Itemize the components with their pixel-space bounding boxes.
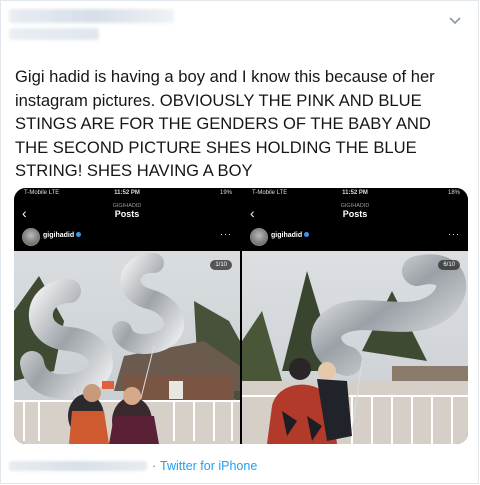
blurred-user-handle: [9, 28, 99, 40]
posts-title: Posts: [342, 209, 368, 219]
more-options-icon: ···: [448, 229, 460, 239]
avatar: [22, 228, 40, 246]
balloon-photo-illustration: [242, 251, 468, 444]
instagram-header: GIGIHADID Posts: [14, 202, 240, 224]
clock-label: 11:52 PM: [114, 190, 140, 196]
tweet-media[interactable]: T-Mobile LTE 11:52 PM 19% ‹ GIGIHADID Po…: [14, 188, 468, 444]
post-username: gigihadid: [43, 232, 82, 239]
source-link[interactable]: Twitter for iPhone: [160, 459, 257, 473]
photo-counter: 1/10: [210, 260, 232, 270]
chevron-down-icon[interactable]: [446, 11, 464, 29]
balloon-photo-illustration: [14, 251, 240, 444]
blurred-display-name: [9, 9, 174, 23]
phone-status-bar: T-Mobile LTE 11:52 PM 18%: [242, 190, 468, 200]
balloon-photo: 6/10: [242, 251, 468, 444]
verified-badge-icon: [76, 232, 82, 237]
media-image-2[interactable]: T-Mobile LTE 11:52 PM 18% ‹ GIGIHADID Po…: [242, 188, 468, 444]
avatar: [250, 228, 268, 246]
post-header: gigihadid ···: [242, 226, 468, 248]
more-options-icon: ···: [220, 229, 232, 239]
phone-status-bar: T-Mobile LTE 11:52 PM 19%: [14, 190, 240, 200]
clock-label: 11:52 PM: [342, 190, 368, 196]
verified-badge-icon: [304, 232, 310, 237]
battery-label: 18%: [447, 190, 460, 196]
tweet-text: Gigi hadid is having a boy and I know th…: [15, 67, 435, 180]
battery-label: 19%: [219, 190, 232, 196]
photo-counter: 6/10: [438, 260, 460, 270]
media-image-1[interactable]: T-Mobile LTE 11:52 PM 19% ‹ GIGIHADID Po…: [14, 188, 240, 444]
instagram-header: GIGIHADID Posts: [242, 202, 468, 224]
footer-separator: ·: [152, 459, 157, 473]
tweet-card: Gigi hadid is having a boy and I know th…: [0, 0, 479, 484]
balloon-photo: 1/10: [14, 251, 240, 444]
post-header: gigihadid ···: [14, 226, 240, 248]
blurred-timestamp: [9, 461, 147, 471]
post-username: gigihadid: [271, 232, 310, 239]
posts-title: Posts: [114, 209, 140, 219]
